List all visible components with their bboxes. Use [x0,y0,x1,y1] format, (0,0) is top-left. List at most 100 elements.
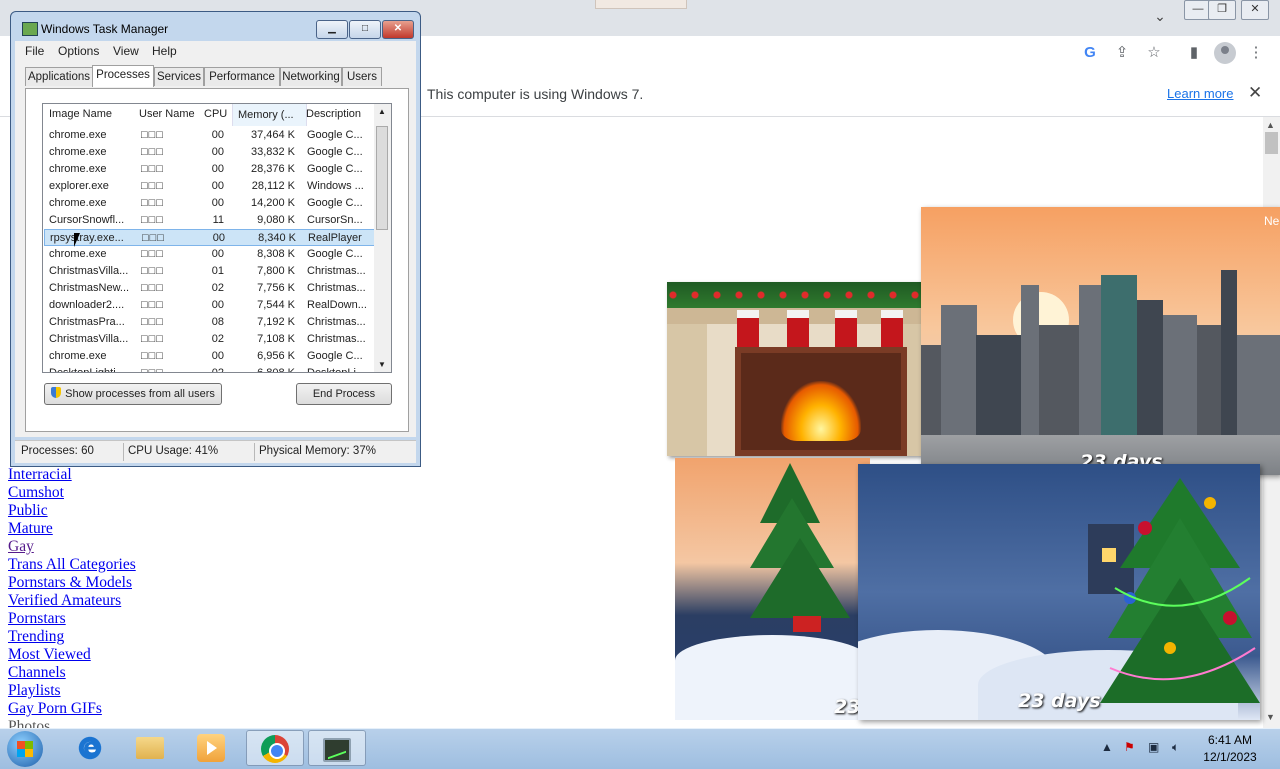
column-memory[interactable]: Memory (... [232,104,307,126]
process-row[interactable]: CursorSnowfl... □□□ 11 9,080 K CursorSn... [44,212,375,229]
close-button[interactable]: ✕ [382,20,414,39]
tab-processes[interactable]: Processes [92,65,154,87]
menu-file[interactable]: File [25,44,44,58]
fireplace-widget[interactable] [667,282,925,456]
building [1039,325,1079,435]
minimize-button[interactable]: ▁ [316,20,348,39]
browser-tab[interactable] [595,0,687,9]
scrollbar-thumb[interactable] [1265,132,1278,154]
process-memory: 7,756 K [257,282,295,294]
tab-users[interactable]: Users [342,67,382,86]
category-link[interactable]: Interracial [8,466,308,484]
process-row[interactable]: ChristmasVilla... □□□ 01 7,800 K Christmas..… [44,263,375,280]
process-list[interactable]: Image Name User Name CPU Memory (... Des… [42,103,392,373]
tab-networking[interactable]: Networking [280,67,342,86]
process-cpu: 11 [212,214,224,226]
column-cpu[interactable]: CPU [204,108,227,120]
close-button[interactable]: ✕ [1241,0,1269,20]
category-link[interactable]: Gay [8,538,308,556]
bookmark-star-icon[interactable]: ☆ [1144,43,1164,63]
column-description[interactable]: Description [306,108,361,120]
show-hidden-icons-icon[interactable]: ▲ [1101,740,1113,754]
category-link[interactable]: Channels [8,664,308,682]
process-row[interactable]: chrome.exe □□□ 00 8,308 K Google C... [44,246,375,263]
column-image-name[interactable]: Image Name [49,108,112,120]
category-link[interactable]: Trans All Categories [8,556,308,574]
process-row[interactable]: ChristmasVilla... □□□ 02 7,108 K Christmas..… [44,331,375,348]
taskbar-internet-explorer[interactable] [62,730,120,766]
process-row[interactable]: chrome.exe □□□ 00 28,376 K Google C... [44,161,375,178]
process-row[interactable]: downloader2.... □□□ 00 7,544 K RealDown... [44,297,375,314]
decorated-tree-widget[interactable] [1100,478,1260,718]
process-row[interactable]: ChristmasNew... □□□ 02 7,756 K Christmas... [44,280,375,297]
process-row[interactable]: chrome.exe □□□ 00 33,832 K Google C... [44,144,375,161]
maximize-button[interactable]: □ [349,20,381,39]
category-link[interactable]: Gay Porn GIFs [8,700,308,718]
city-countdown-widget[interactable] [921,207,1280,475]
category-link[interactable]: Public [8,502,308,520]
process-cpu: 00 [211,197,224,209]
process-description: Christmas... [307,282,366,294]
process-row[interactable]: DesktopLighti... □□□ 02 6,808 K DesktopLi... [44,365,375,372]
category-link[interactable]: Mature [8,520,308,538]
share-icon[interactable]: ⇪ [1112,43,1132,63]
taskbar-media-player[interactable] [183,730,241,766]
taskbar-task-manager[interactable] [308,730,366,766]
category-link[interactable]: Pornstars [8,610,308,628]
end-process-button[interactable]: End Process [296,383,392,405]
process-row[interactable]: rpsystray.exe... □□□ 00 8,340 K RealPlayer [44,229,375,246]
column-user-name[interactable]: User Name [139,108,195,120]
tab-applications[interactable]: Applications [25,67,93,86]
network-icon[interactable]: ▣ [1148,740,1159,754]
category-link[interactable]: Trending [8,628,308,646]
scroll-up-icon[interactable]: ▲ [378,107,386,116]
chevron-down-icon[interactable]: ⌄ [1150,6,1170,26]
process-list-scrollbar[interactable]: ▲ ▼ [374,104,391,372]
profile-avatar-icon[interactable] [1214,42,1236,64]
menu-view[interactable]: View [113,44,139,58]
process-row[interactable]: chrome.exe □□□ 00 14,200 K Google C... [44,195,375,212]
scroll-up-icon[interactable]: ▲ [1266,120,1275,130]
process-row[interactable]: chrome.exe □□□ 00 6,956 K Google C... [44,348,375,365]
kebab-menu-icon[interactable]: ⋮ [1246,43,1266,63]
process-row[interactable]: ChristmasPra... □□□ 08 7,192 K Christmas... [44,314,375,331]
menu-options[interactable]: Options [58,44,99,58]
side-panel-icon[interactable]: ▮ [1184,43,1204,63]
menu-help[interactable]: Help [152,44,177,58]
process-row[interactable]: chrome.exe □□□ 00 37,464 K Google C... [44,127,375,144]
category-link[interactable]: Playlists [8,682,308,700]
title-bar[interactable]: Windows Task Manager ▁ □ ✕ [11,12,420,40]
restore-button[interactable]: ❐ [1208,0,1236,20]
taskbar-file-explorer[interactable] [122,730,180,766]
scrollbar-thumb[interactable] [376,126,388,230]
taskbar-chrome[interactable] [246,730,304,766]
volume-icon[interactable]: 🔈︎ [1172,740,1179,755]
learn-more-link[interactable]: Learn more [1167,86,1233,101]
scroll-down-icon[interactable]: ▼ [378,360,386,369]
tab-performance[interactable]: Performance [204,67,280,86]
start-button[interactable] [7,731,43,767]
category-link[interactable]: Photos [8,718,308,728]
show-all-processes-button[interactable]: Show processes from all users [44,383,222,405]
category-link[interactable]: Pornstars & Models [8,574,308,592]
scroll-down-icon[interactable]: ▼ [1266,712,1275,722]
clock-time[interactable]: 6:41 AM [1205,733,1255,747]
process-user-name: □□□ [141,282,164,294]
category-link[interactable]: Cumshot [8,484,308,502]
process-memory: 7,192 K [257,316,295,328]
action-center-icon[interactable]: ⚑ [1124,740,1135,754]
google-icon[interactable]: G [1080,43,1100,63]
process-row[interactable]: explorer.exe □□□ 00 28,112 K Windows ... [44,178,375,195]
process-description: Google C... [307,163,363,175]
christmas-tree-widget[interactable] [675,458,870,720]
close-icon[interactable]: ✕ [1248,83,1262,103]
category-link[interactable]: Most Viewed [8,646,308,664]
process-description: Google C... [307,146,363,158]
task-manager-window[interactable]: Windows Task Manager ▁ □ ✕ File Options … [10,11,421,467]
category-link[interactable]: Verified Amateurs [8,592,308,610]
process-user-name: □□□ [141,214,164,226]
process-memory: 7,108 K [257,333,295,345]
tab-services[interactable]: Services [154,67,204,86]
process-image-name: explorer.exe [49,180,109,192]
clock-date[interactable]: 12/1/2023 [1200,750,1260,764]
